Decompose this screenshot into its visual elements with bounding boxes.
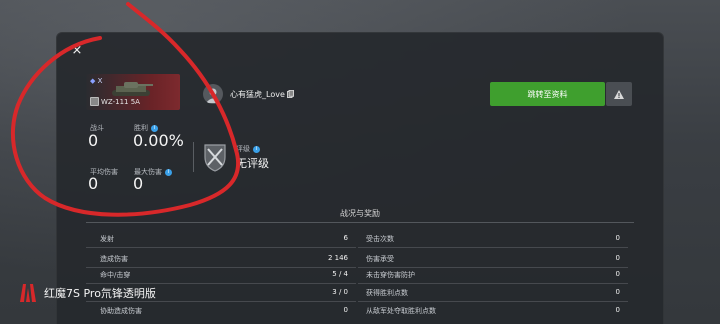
tank-card[interactable]: ◆ Ⅹ WZ-111 5A <box>86 74 180 110</box>
max-damage-value: 0 <box>133 174 144 193</box>
info-icon[interactable]: i <box>165 168 172 176</box>
divider <box>193 142 194 172</box>
table-row: 获得胜利点数 0 <box>358 282 628 302</box>
tank-image <box>112 82 153 96</box>
nation-flag-icon <box>90 97 99 106</box>
rating-label: 评级 i <box>236 144 260 154</box>
info-icon[interactable]: i <box>253 145 260 153</box>
red-magic-logo-icon <box>20 284 36 302</box>
copy-icon[interactable] <box>287 90 294 98</box>
table-row: 发射 6 <box>86 228 356 248</box>
player-name: 心有猛虎_Love <box>230 90 285 99</box>
section-title: 战况与奖励 <box>340 209 380 218</box>
device-watermark: 红魔7S Pro氘锋透明版 <box>18 282 156 304</box>
divider <box>86 222 634 223</box>
close-icon[interactable]: × <box>70 44 84 58</box>
rating-value: 无评级 <box>236 157 269 170</box>
tank-name: WZ-111 5A <box>101 98 140 106</box>
table-row: 从敌军处夺取胜利点数 0 <box>366 306 620 315</box>
warning-icon <box>614 89 624 99</box>
battles-value: 0 <box>88 131 99 150</box>
avatar[interactable] <box>203 84 223 104</box>
rating-crossed-swords-icon <box>204 144 226 172</box>
table-row: 受击次数 0 <box>358 228 628 248</box>
report-button[interactable] <box>606 82 632 106</box>
table-row: 命中/击穿 5 / 4 <box>86 264 356 284</box>
user-icon <box>206 88 220 103</box>
avg-damage-value: 0 <box>88 174 99 193</box>
winrate-value: 0.00% <box>133 131 184 150</box>
tier-badge: ◆ Ⅹ <box>90 77 103 85</box>
table-row: 未击穿伤害防护 0 <box>358 264 628 284</box>
go-to-profile-button[interactable]: 跳转至资料 <box>490 82 605 106</box>
watermark-text: 红魔7S Pro氘锋透明版 <box>44 287 156 300</box>
